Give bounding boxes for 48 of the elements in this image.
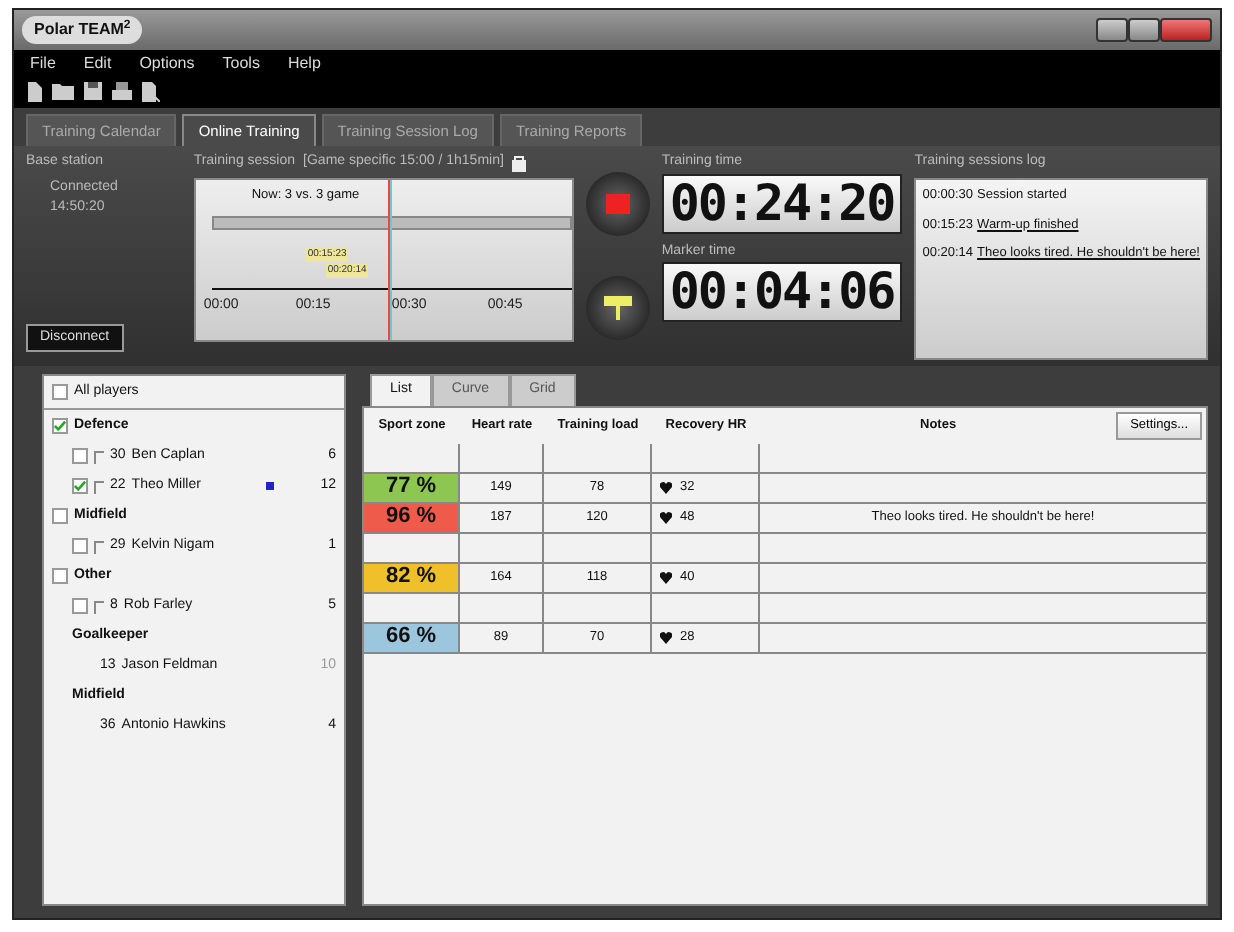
- check-icon: [54, 419, 66, 432]
- close-button[interactable]: [1160, 18, 1212, 42]
- checkbox[interactable]: [72, 537, 88, 554]
- save-icon[interactable]: [84, 82, 102, 100]
- tree-connector-icon: [94, 537, 104, 554]
- checkbox[interactable]: [52, 507, 68, 524]
- window-title: Polar TEAM$^{2}$: [22, 16, 143, 44]
- maximize-button[interactable]: [1128, 18, 1160, 42]
- sport-zone-cell: 82 %: [364, 563, 460, 593]
- stop-icon: [605, 194, 630, 215]
- sport-zone-cell: 96 %: [364, 503, 460, 533]
- marker-time-display: 00:04:06: [661, 262, 903, 323]
- checkbox[interactable]: [52, 417, 68, 434]
- document-icon[interactable]: [142, 82, 160, 102]
- checkbox[interactable]: [72, 477, 88, 494]
- stop-button[interactable]: [585, 172, 650, 237]
- folder-icon[interactable]: [52, 82, 74, 100]
- sport-zone-cell: 77 %: [364, 473, 460, 503]
- menu-item[interactable]: File: [30, 52, 56, 76]
- table-cell: [460, 533, 544, 563]
- checkbox[interactable]: [72, 597, 88, 614]
- heart-icon: [660, 631, 672, 643]
- minimize-button[interactable]: [1096, 18, 1128, 42]
- playhead[interactable]: [387, 179, 392, 340]
- table-cell: [460, 443, 544, 473]
- print-icon[interactable]: [112, 82, 132, 100]
- checkbox[interactable]: [52, 567, 68, 584]
- menu-item[interactable]: Options: [139, 52, 195, 76]
- table-cell: [544, 533, 652, 563]
- marker-button[interactable]: [585, 276, 650, 341]
- menu-item[interactable]: Tools: [222, 52, 260, 76]
- tree-connector-icon: [94, 597, 104, 614]
- table-cell: [544, 443, 652, 473]
- heart-icon: [660, 511, 672, 523]
- menu-item[interactable]: Edit: [83, 52, 112, 76]
- table-cell: [460, 593, 544, 623]
- heart-icon: [660, 571, 672, 583]
- lock-icon[interactable]: [511, 154, 526, 172]
- checkbox[interactable]: [72, 447, 88, 464]
- checkbox[interactable]: [52, 384, 68, 401]
- heart-icon: [660, 481, 672, 493]
- training-time-display: 00:24:20: [661, 173, 903, 234]
- menu-item[interactable]: Help: [287, 52, 321, 76]
- flag-icon: [603, 296, 632, 321]
- table-cell: [544, 593, 652, 623]
- new-file-icon[interactable]: [26, 82, 42, 102]
- check-icon: [74, 479, 86, 492]
- sport-zone-cell: 66 %: [364, 623, 460, 653]
